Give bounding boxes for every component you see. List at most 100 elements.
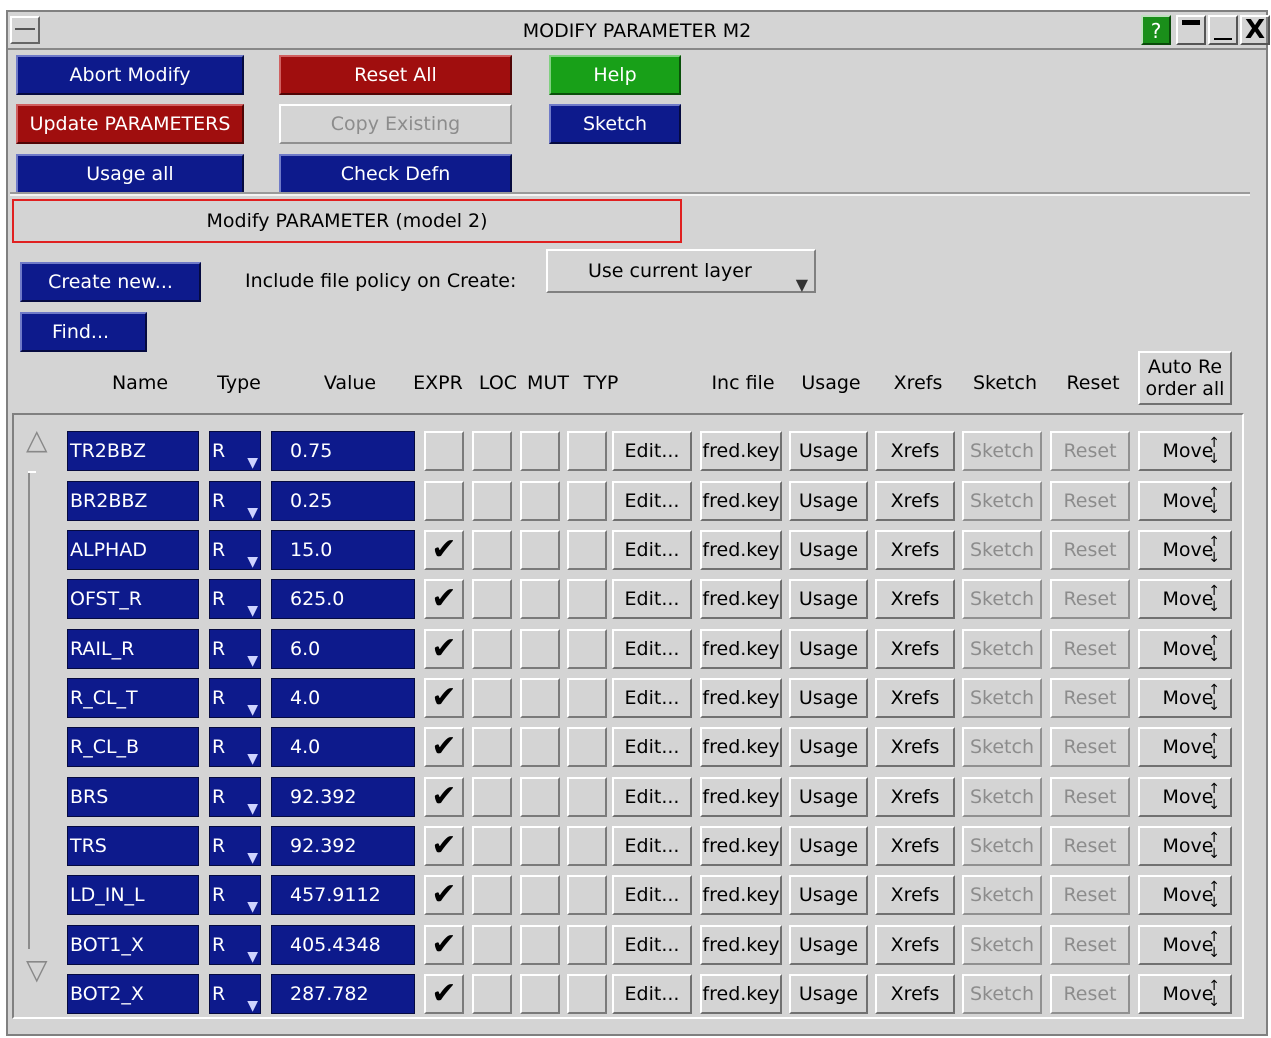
loc-checkbox[interactable]: [472, 925, 512, 965]
param-name-field[interactable]: TRS: [67, 826, 199, 866]
maximize-icon[interactable]: [1208, 15, 1238, 45]
edit-button[interactable]: Edit...: [612, 629, 692, 669]
expr-checkbox[interactable]: ✔: [424, 629, 464, 669]
close-icon[interactable]: X: [1240, 15, 1270, 45]
param-name-field[interactable]: BRS: [67, 777, 199, 817]
usage-button[interactable]: Usage: [789, 875, 868, 915]
param-type-select[interactable]: R ▼: [209, 925, 261, 965]
row-sketch-button[interactable]: Sketch: [962, 431, 1042, 471]
expr-checkbox[interactable]: ✔: [424, 925, 464, 965]
move-button[interactable]: Move ↑ ↓: [1138, 875, 1232, 915]
inc-file-button[interactable]: fred.key: [700, 925, 782, 965]
inc-file-button[interactable]: fred.key: [700, 727, 782, 767]
param-value-field[interactable]: 287.782: [271, 974, 415, 1014]
move-button[interactable]: Move ↑ ↓: [1138, 777, 1232, 817]
param-name-field[interactable]: ALPHAD: [67, 530, 199, 570]
loc-checkbox[interactable]: [472, 530, 512, 570]
move-button[interactable]: Move ↑ ↓: [1138, 481, 1232, 521]
xrefs-button[interactable]: Xrefs: [875, 925, 955, 965]
mut-checkbox[interactable]: [520, 678, 560, 718]
param-type-select[interactable]: R ▼: [209, 629, 261, 669]
usage-button[interactable]: Usage: [789, 678, 868, 718]
loc-checkbox[interactable]: [472, 431, 512, 471]
edit-button[interactable]: Edit...: [612, 530, 692, 570]
edit-button[interactable]: Edit...: [612, 431, 692, 471]
row-reset-button[interactable]: Reset: [1050, 826, 1130, 866]
expr-checkbox[interactable]: ✔: [424, 826, 464, 866]
row-sketch-button[interactable]: Sketch: [962, 826, 1042, 866]
auto-reorder-all-button[interactable]: Auto Re order all: [1138, 351, 1232, 405]
move-button[interactable]: Move ↑ ↓: [1138, 431, 1232, 471]
row-reset-button[interactable]: Reset: [1050, 875, 1130, 915]
expr-checkbox[interactable]: ✔: [424, 727, 464, 767]
abort-modify-button[interactable]: Abort Modify: [16, 55, 244, 95]
param-value-field[interactable]: 4.0: [271, 727, 415, 767]
loc-checkbox[interactable]: [472, 727, 512, 767]
inc-file-button[interactable]: fred.key: [700, 530, 782, 570]
expr-checkbox[interactable]: ✔: [424, 777, 464, 817]
edit-button[interactable]: Edit...: [612, 727, 692, 767]
loc-checkbox[interactable]: [472, 678, 512, 718]
find-button[interactable]: Find...: [20, 312, 147, 352]
sketch-button[interactable]: Sketch: [549, 104, 681, 144]
help-button[interactable]: Help: [549, 55, 681, 95]
xrefs-button[interactable]: Xrefs: [875, 777, 955, 817]
loc-checkbox[interactable]: [472, 579, 512, 619]
param-type-select[interactable]: R ▼: [209, 875, 261, 915]
mut-checkbox[interactable]: [520, 826, 560, 866]
check-defn-button[interactable]: Check Defn: [279, 154, 512, 194]
inc-file-button[interactable]: fred.key: [700, 826, 782, 866]
mut-checkbox[interactable]: [520, 530, 560, 570]
move-button[interactable]: Move ↑ ↓: [1138, 629, 1232, 669]
row-reset-button[interactable]: Reset: [1050, 579, 1130, 619]
expr-checkbox[interactable]: [424, 431, 464, 471]
xrefs-button[interactable]: Xrefs: [875, 431, 955, 471]
edit-button[interactable]: Edit...: [612, 875, 692, 915]
param-name-field[interactable]: TR2BBZ: [67, 431, 199, 471]
typ-checkbox[interactable]: [567, 431, 607, 471]
mut-checkbox[interactable]: [520, 777, 560, 817]
xrefs-button[interactable]: Xrefs: [875, 629, 955, 669]
typ-checkbox[interactable]: [567, 826, 607, 866]
param-value-field[interactable]: 92.392: [271, 777, 415, 817]
move-button[interactable]: Move ↑ ↓: [1138, 974, 1232, 1014]
param-type-select[interactable]: R ▼: [209, 727, 261, 767]
move-button[interactable]: Move ↑ ↓: [1138, 925, 1232, 965]
loc-checkbox[interactable]: [472, 875, 512, 915]
inc-file-button[interactable]: fred.key: [700, 974, 782, 1014]
param-type-select[interactable]: R ▼: [209, 974, 261, 1014]
param-type-select[interactable]: R ▼: [209, 678, 261, 718]
row-sketch-button[interactable]: Sketch: [962, 875, 1042, 915]
row-reset-button[interactable]: Reset: [1050, 974, 1130, 1014]
param-value-field[interactable]: 15.0: [271, 530, 415, 570]
row-reset-button[interactable]: Reset: [1050, 727, 1130, 767]
expr-checkbox[interactable]: [424, 481, 464, 521]
param-value-field[interactable]: 625.0: [271, 579, 415, 619]
row-sketch-button[interactable]: Sketch: [962, 629, 1042, 669]
mut-checkbox[interactable]: [520, 875, 560, 915]
param-name-field[interactable]: BOT2_X: [67, 974, 199, 1014]
xrefs-button[interactable]: Xrefs: [875, 727, 955, 767]
usage-button[interactable]: Usage: [789, 826, 868, 866]
update-parameters-button[interactable]: Update PARAMETERS: [16, 104, 244, 144]
param-type-select[interactable]: R ▼: [209, 777, 261, 817]
include-policy-dropdown[interactable]: Use current layer ▼: [546, 249, 816, 294]
param-value-field[interactable]: 0.75: [271, 431, 415, 471]
param-name-field[interactable]: BR2BBZ: [67, 481, 199, 521]
usage-all-button[interactable]: Usage all: [16, 154, 244, 194]
param-value-field[interactable]: 4.0: [271, 678, 415, 718]
inc-file-button[interactable]: fred.key: [700, 579, 782, 619]
row-reset-button[interactable]: Reset: [1050, 481, 1130, 521]
expr-checkbox[interactable]: ✔: [424, 579, 464, 619]
usage-button[interactable]: Usage: [789, 925, 868, 965]
mut-checkbox[interactable]: [520, 974, 560, 1014]
row-reset-button[interactable]: Reset: [1050, 629, 1130, 669]
mut-checkbox[interactable]: [520, 629, 560, 669]
typ-checkbox[interactable]: [567, 481, 607, 521]
copy-existing-button[interactable]: Copy Existing: [279, 104, 512, 144]
xrefs-button[interactable]: Xrefs: [875, 974, 955, 1014]
mut-checkbox[interactable]: [520, 925, 560, 965]
usage-button[interactable]: Usage: [789, 481, 868, 521]
expr-checkbox[interactable]: ✔: [424, 875, 464, 915]
xrefs-button[interactable]: Xrefs: [875, 875, 955, 915]
